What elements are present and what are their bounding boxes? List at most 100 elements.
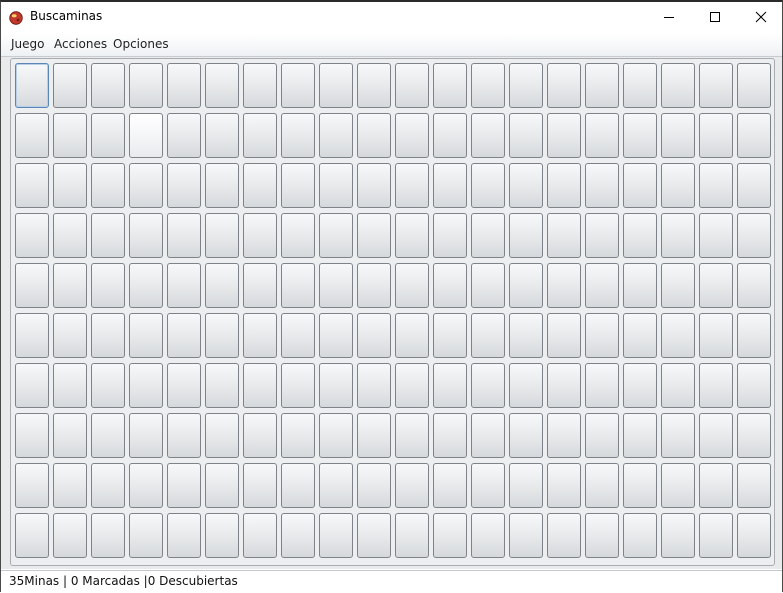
mine-cell[interactable] bbox=[699, 413, 733, 458]
mine-cell[interactable] bbox=[15, 313, 49, 358]
close-button[interactable] bbox=[738, 2, 783, 32]
mine-cell[interactable] bbox=[699, 313, 733, 358]
mine-cell[interactable] bbox=[281, 263, 315, 308]
mine-cell[interactable] bbox=[53, 63, 87, 108]
mine-cell[interactable] bbox=[243, 363, 277, 408]
mine-cell[interactable] bbox=[91, 513, 125, 558]
mine-cell[interactable] bbox=[15, 63, 49, 108]
mine-cell[interactable] bbox=[129, 413, 163, 458]
mine-cell[interactable] bbox=[129, 63, 163, 108]
mine-cell[interactable] bbox=[167, 413, 201, 458]
maximize-button[interactable] bbox=[692, 2, 738, 32]
mine-cell[interactable] bbox=[91, 263, 125, 308]
mine-cell[interactable] bbox=[585, 413, 619, 458]
mine-cell[interactable] bbox=[509, 413, 543, 458]
mine-cell[interactable] bbox=[243, 63, 277, 108]
mine-cell[interactable] bbox=[205, 63, 239, 108]
mine-cell[interactable] bbox=[585, 513, 619, 558]
mine-cell[interactable] bbox=[699, 263, 733, 308]
mine-cell[interactable] bbox=[129, 113, 163, 158]
mine-cell[interactable] bbox=[699, 363, 733, 408]
mine-cell[interactable] bbox=[547, 463, 581, 508]
mine-cell[interactable] bbox=[205, 263, 239, 308]
mine-cell[interactable] bbox=[91, 363, 125, 408]
mine-cell[interactable] bbox=[281, 113, 315, 158]
mine-cell[interactable] bbox=[547, 513, 581, 558]
mine-cell[interactable] bbox=[357, 263, 391, 308]
title-bar[interactable]: Buscaminas bbox=[1, 2, 782, 32]
mine-cell[interactable] bbox=[395, 163, 429, 208]
mine-cell[interactable] bbox=[585, 463, 619, 508]
mine-cell[interactable] bbox=[661, 163, 695, 208]
mine-cell[interactable] bbox=[585, 313, 619, 358]
mine-cell[interactable] bbox=[395, 413, 429, 458]
mine-cell[interactable] bbox=[15, 513, 49, 558]
mine-cell[interactable] bbox=[585, 163, 619, 208]
mine-cell[interactable] bbox=[509, 163, 543, 208]
mine-cell[interactable] bbox=[357, 413, 391, 458]
mine-cell[interactable] bbox=[357, 513, 391, 558]
mine-cell[interactable] bbox=[699, 513, 733, 558]
mine-cell[interactable] bbox=[53, 263, 87, 308]
mine-cell[interactable] bbox=[357, 363, 391, 408]
mine-cell[interactable] bbox=[53, 413, 87, 458]
mine-cell[interactable] bbox=[471, 213, 505, 258]
mine-cell[interactable] bbox=[509, 513, 543, 558]
mine-cell[interactable] bbox=[623, 363, 657, 408]
mine-cell[interactable] bbox=[395, 463, 429, 508]
mine-cell[interactable] bbox=[205, 413, 239, 458]
mine-cell[interactable] bbox=[547, 113, 581, 158]
mine-cell[interactable] bbox=[243, 213, 277, 258]
mine-cell[interactable] bbox=[547, 263, 581, 308]
mine-cell[interactable] bbox=[509, 213, 543, 258]
mine-cell[interactable] bbox=[737, 313, 771, 358]
mine-cell[interactable] bbox=[623, 313, 657, 358]
mine-cell[interactable] bbox=[433, 313, 467, 358]
mine-cell[interactable] bbox=[357, 213, 391, 258]
mine-cell[interactable] bbox=[471, 463, 505, 508]
mine-cell[interactable] bbox=[433, 63, 467, 108]
mine-cell[interactable] bbox=[471, 263, 505, 308]
mine-cell[interactable] bbox=[15, 363, 49, 408]
mine-cell[interactable] bbox=[167, 313, 201, 358]
mine-cell[interactable] bbox=[471, 113, 505, 158]
mine-cell[interactable] bbox=[53, 113, 87, 158]
mine-cell[interactable] bbox=[661, 463, 695, 508]
mine-cell[interactable] bbox=[699, 113, 733, 158]
mine-cell[interactable] bbox=[395, 113, 429, 158]
mine-cell[interactable] bbox=[91, 413, 125, 458]
mine-cell[interactable] bbox=[661, 413, 695, 458]
mine-cell[interactable] bbox=[509, 63, 543, 108]
mine-cell[interactable] bbox=[471, 163, 505, 208]
mine-cell[interactable] bbox=[243, 263, 277, 308]
mine-cell[interactable] bbox=[471, 63, 505, 108]
mine-cell[interactable] bbox=[15, 113, 49, 158]
mine-cell[interactable] bbox=[547, 163, 581, 208]
mine-cell[interactable] bbox=[509, 263, 543, 308]
mine-cell[interactable] bbox=[509, 363, 543, 408]
mine-cell[interactable] bbox=[91, 113, 125, 158]
mine-cell[interactable] bbox=[661, 63, 695, 108]
mine-cell[interactable] bbox=[205, 163, 239, 208]
mine-cell[interactable] bbox=[433, 263, 467, 308]
mine-cell[interactable] bbox=[547, 363, 581, 408]
mine-cell[interactable] bbox=[205, 363, 239, 408]
mine-cell[interactable] bbox=[433, 213, 467, 258]
menu-acciones[interactable]: Acciones bbox=[54, 37, 107, 51]
mine-cell[interactable] bbox=[585, 63, 619, 108]
mine-cell[interactable] bbox=[281, 413, 315, 458]
mine-cell[interactable] bbox=[585, 113, 619, 158]
mine-cell[interactable] bbox=[737, 513, 771, 558]
mine-cell[interactable] bbox=[53, 363, 87, 408]
mine-cell[interactable] bbox=[129, 313, 163, 358]
mine-cell[interactable] bbox=[281, 313, 315, 358]
mine-cell[interactable] bbox=[547, 313, 581, 358]
mine-cell[interactable] bbox=[623, 513, 657, 558]
mine-cell[interactable] bbox=[737, 163, 771, 208]
mine-cell[interactable] bbox=[53, 513, 87, 558]
mine-cell[interactable] bbox=[623, 213, 657, 258]
mine-cell[interactable] bbox=[623, 463, 657, 508]
mine-cell[interactable] bbox=[623, 163, 657, 208]
mine-cell[interactable] bbox=[281, 213, 315, 258]
mine-cell[interactable] bbox=[281, 363, 315, 408]
